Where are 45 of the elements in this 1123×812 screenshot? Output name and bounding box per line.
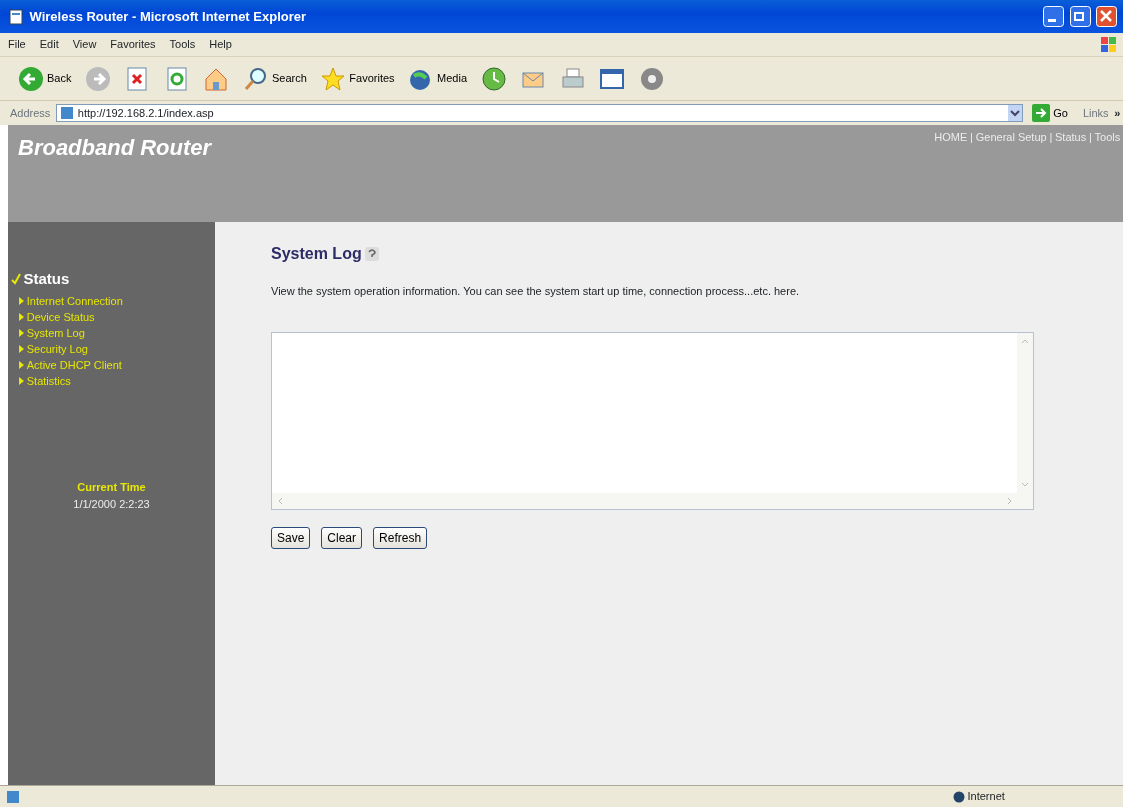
favorites-button[interactable]: Favorites	[316, 65, 399, 92]
page-title: System Log	[271, 244, 362, 264]
minimize-button[interactable]	[1043, 6, 1064, 27]
restore-button[interactable]	[1069, 6, 1091, 27]
address-label: Address	[10, 105, 51, 121]
star-icon	[320, 65, 347, 92]
window-title: Wireless Router - Microsoft Internet Explorer	[29, 7, 308, 26]
check-icon	[10, 273, 21, 286]
help-icon[interactable]	[364, 245, 381, 263]
separator: |	[1088, 131, 1092, 143]
menu-item[interactable]: Tools	[169, 36, 196, 53]
separator: |	[970, 131, 973, 143]
sidebar-link[interactable]: Device Status	[26, 309, 95, 326]
search-icon	[242, 65, 269, 92]
site-title: Broadband Router	[17, 134, 212, 162]
sidebar-link[interactable]: Statistics	[26, 373, 71, 390]
action-button[interactable]: Save	[271, 526, 311, 549]
disc-icon	[638, 65, 665, 92]
action-button[interactable]: Refresh	[373, 526, 428, 549]
url-text: http://192.168.2.1/index.asp	[77, 105, 215, 121]
sidebar-link[interactable]: Internet Connection	[26, 293, 123, 310]
zone-text: Internet	[967, 789, 1006, 805]
links-label[interactable]: Links	[1082, 104, 1109, 122]
menu-item[interactable]: Edit	[39, 36, 59, 53]
description-text: View the system operation information. You can see the system start up time, connection process...etc. here.	[271, 283, 801, 299]
menu-item[interactable]: Favorites	[110, 36, 156, 53]
separator: |	[1049, 131, 1053, 143]
clock-icon	[480, 65, 507, 92]
sidebar-link[interactable]: Active DHCP Client	[26, 357, 122, 374]
menu-item[interactable]: View	[72, 36, 97, 53]
chevron-text[interactable]: »	[1114, 104, 1121, 122]
section-heading[interactable]: Status	[23, 268, 70, 291]
menu-item[interactable]: File	[8, 36, 26, 53]
menu-item[interactable]: Help	[209, 36, 232, 53]
sidebar-link[interactable]: System Log	[26, 325, 85, 342]
media-button[interactable]: Media	[404, 65, 472, 92]
action-button[interactable]: Clear	[321, 526, 363, 549]
time-value: 1/1/2000 2:2:23	[72, 496, 151, 512]
back-button[interactable]: Back	[14, 65, 76, 92]
search-button[interactable]: Search	[238, 65, 311, 92]
close-button[interactable]	[1096, 6, 1117, 27]
go-button[interactable]: Go	[1028, 104, 1072, 122]
time-label: Current Time	[76, 480, 147, 496]
address-field[interactable]: http://192.168.2.1/index.asp	[55, 104, 1023, 122]
sidebar-link[interactable]: Security Log	[26, 341, 88, 358]
